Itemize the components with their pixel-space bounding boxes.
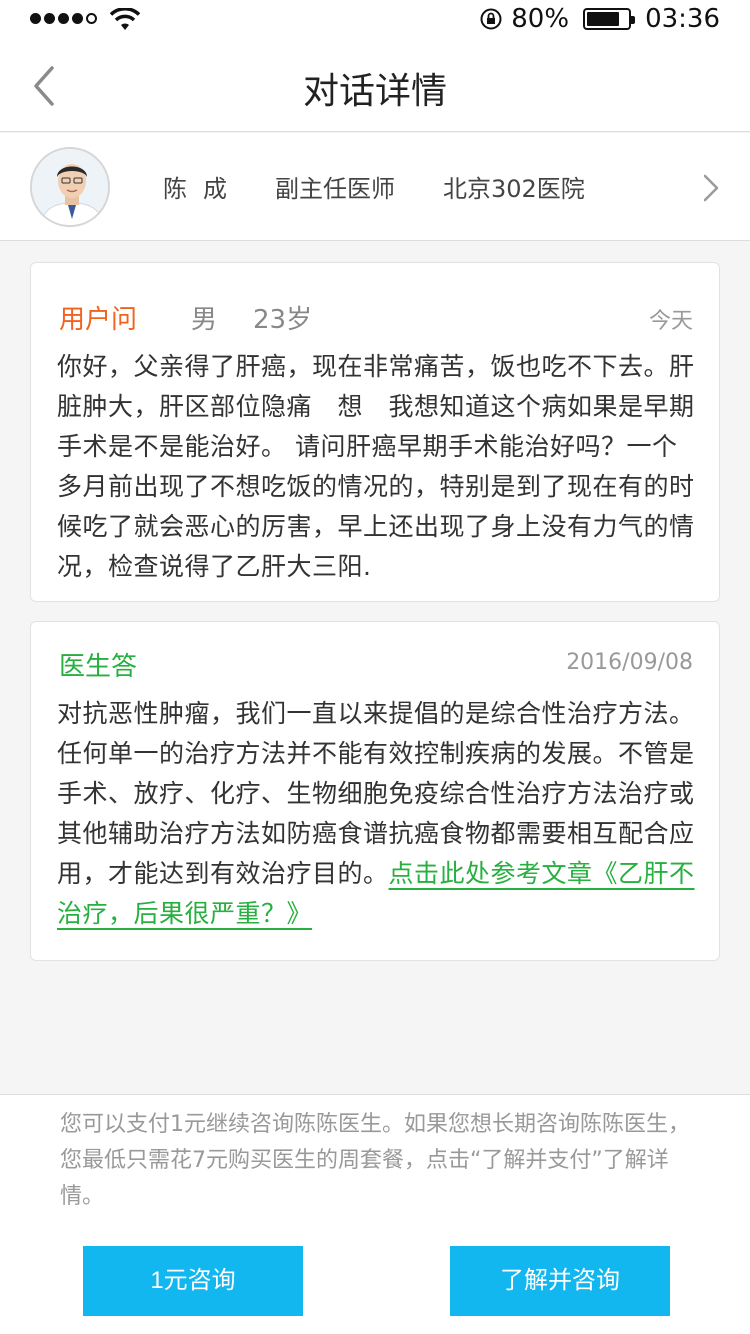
question-text: 你好，父亲得了肝癌，现在非常痛苦，饭也吃不下去。肝脏肿大，肝区部位隐痛 想 我想…	[57, 352, 695, 581]
question-time: 今天	[648, 309, 693, 334]
doctor-info-row[interactable]: 陈成 副主任医师 北京302医院	[0, 133, 750, 241]
doctor-hospital: 北京302医院	[443, 175, 585, 203]
answer-card: 医生答 2016/09/08 对抗恶性肿瘤，我们一直以来提倡的是综合性治疗方法。…	[30, 621, 720, 961]
signal-strength-icon	[30, 13, 97, 24]
pay-1-yuan-button[interactable]: 1元咨询	[83, 1246, 303, 1316]
page-title: 对话详情	[302, 71, 447, 112]
battery-icon	[583, 8, 636, 30]
footer-panel: 您可以支付1元继续咨询陈陈医生。如果您想长期咨询陈陈医生，您最低只需花7元购买医…	[0, 1094, 750, 1334]
answer-time: 2016/09/08	[566, 650, 693, 675]
chevron-right-icon[interactable]	[702, 173, 720, 203]
wifi-icon	[110, 8, 140, 30]
payment-notice: 您可以支付1元继续咨询陈陈医生。如果您想长期咨询陈陈医生，您最低只需花7元购买医…	[60, 1112, 690, 1209]
patient-age: 23岁	[253, 305, 313, 335]
doctor-title: 副主任医师	[275, 175, 395, 203]
question-card: 用户问 男 23岁 今天 你好，父亲得了肝癌，现在非常痛苦，饭也吃不下去。肝脏肿…	[30, 262, 720, 602]
nav-bar: 对话详情	[0, 40, 750, 132]
question-role-label: 用户问	[59, 305, 138, 335]
clock: 03:36	[645, 4, 720, 34]
patient-gender: 男	[191, 305, 218, 335]
answer-body: 对抗恶性肿瘤，我们一直以来提倡的是综合性治疗方法。任何单一的治疗方法并不能有效控…	[57, 694, 697, 934]
rotation-lock-icon	[480, 8, 502, 30]
doctor-name: 陈成	[163, 175, 243, 203]
learn-and-consult-button[interactable]: 了解并咨询	[450, 1246, 670, 1316]
doctor-avatar	[30, 147, 110, 227]
answer-role-label: 医生答	[59, 652, 138, 682]
status-bar: 80% 03:36	[0, 0, 750, 40]
battery-percent: 80%	[511, 4, 570, 34]
